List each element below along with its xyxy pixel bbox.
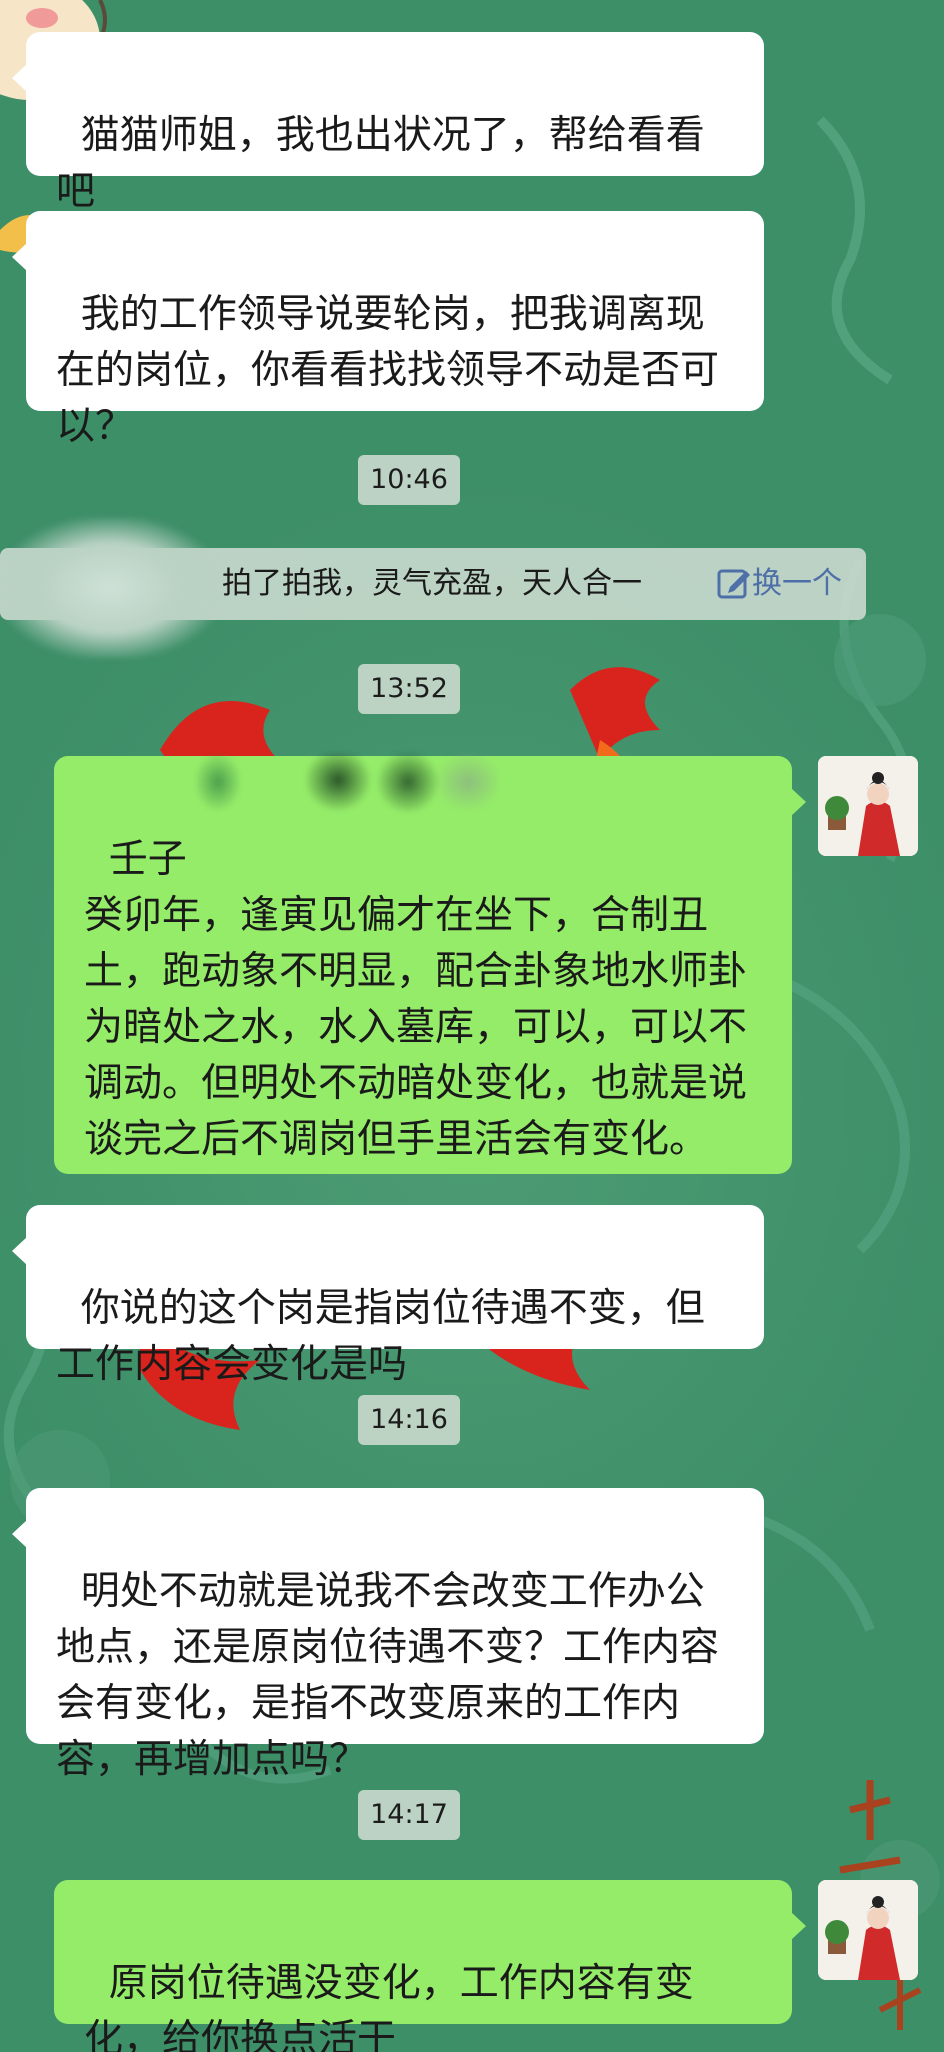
timestamp: 13:52 xyxy=(358,664,460,714)
message-bubble-outgoing[interactable]: 壬子 癸卯年，逢寅见偏才在坐下，合制丑土，跑动象不明显，配合卦象地水师卦为暗处之… xyxy=(54,756,806,1174)
pat-notice: 拍了拍我，灵气充盈，天人合一 换一个 xyxy=(0,518,866,658)
message-bubble-outgoing[interactable]: 原岗位待遇没变化，工作内容有变化，给你换点活干 xyxy=(54,1880,806,2052)
message-bubble-incoming[interactable]: 你说的这个岗是指岗位待遇不变，但工作内容会变化是吗 xyxy=(12,1205,764,1387)
avatar-image xyxy=(818,1880,918,1980)
change-pat-link[interactable]: 换一个 xyxy=(752,556,842,612)
redacted-content xyxy=(178,752,498,814)
message-text: 壬子 癸卯年，逢寅见偏才在坐下，合制丑土，跑动象不明显，配合卦象地水师卦为暗处之… xyxy=(84,837,748,1162)
redacted-nickname xyxy=(0,518,220,658)
timestamp: 14:16 xyxy=(358,1395,460,1445)
timestamp: 14:17 xyxy=(358,1790,460,1840)
message-bubble-incoming[interactable]: 明处不动就是说我不会改变工作办公地点，还是原岗位待遇不变？工作内容会有变化，是指… xyxy=(12,1488,764,1782)
avatar[interactable] xyxy=(818,756,918,856)
pat-notice-text: 拍了拍我，灵气充盈，天人合一 xyxy=(222,566,642,601)
avatar-image xyxy=(818,756,918,856)
message-bubble-incoming[interactable]: 我的工作领导说要轮岗，把我调离现在的岗位，你看看找找领导不动是否可以？ xyxy=(12,211,764,449)
timestamp: 10:46 xyxy=(358,455,460,505)
avatar[interactable] xyxy=(818,1880,918,1980)
edit-icon[interactable] xyxy=(716,565,752,601)
message-bubble-incoming[interactable]: 猫猫师姐，我也出状况了，帮给看看吧 xyxy=(12,32,764,214)
